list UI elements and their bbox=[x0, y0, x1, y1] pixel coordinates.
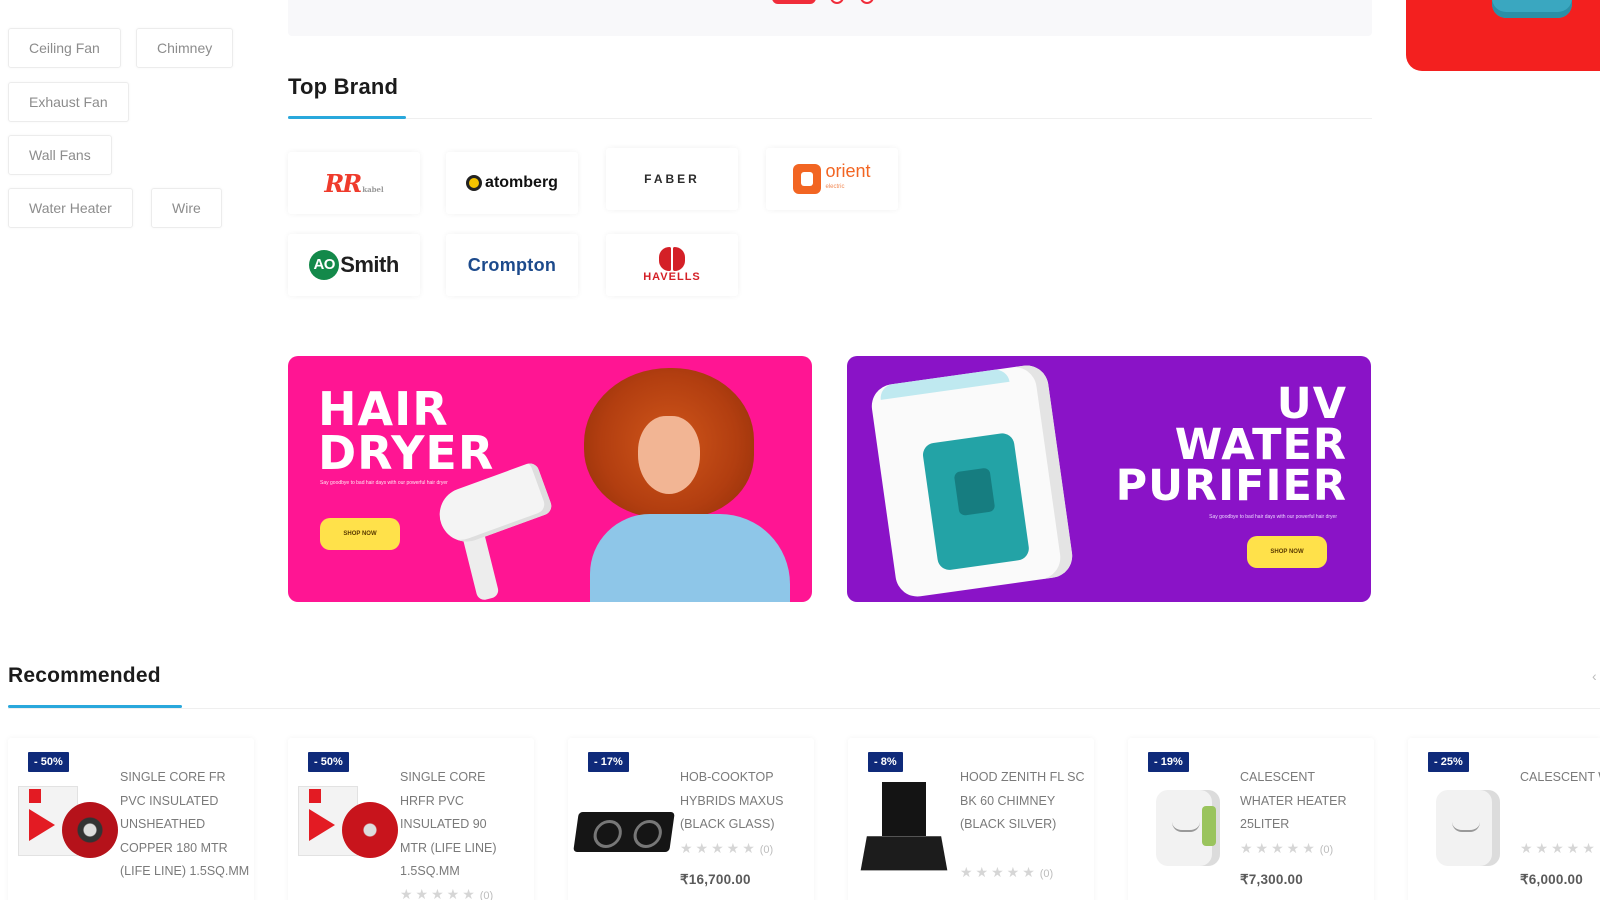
water-purifier-image bbox=[868, 362, 1076, 600]
atomberg-logo: atomberg bbox=[466, 174, 558, 192]
uv-water-purifier-banner[interactable]: UV WATER PURIFIER Say goodbye to bad hai… bbox=[847, 356, 1371, 602]
divider bbox=[8, 708, 1600, 709]
crompton-logo: Crompton bbox=[467, 254, 557, 275]
banner-title: UV WATER PURIFIER bbox=[1115, 379, 1347, 511]
tag-wire[interactable]: Wire bbox=[151, 188, 222, 228]
discount-badge: - 25% bbox=[1428, 752, 1469, 772]
ao-smith-logo: AO Smith bbox=[309, 250, 399, 280]
slider-dot[interactable] bbox=[860, 0, 874, 4]
product-image bbox=[12, 778, 118, 868]
product-name[interactable]: SINGLE CORE FR PVC INSULATED UNSHEATHED … bbox=[120, 766, 252, 884]
orient-logo: orient electric bbox=[793, 162, 871, 195]
product-image bbox=[1412, 778, 1512, 868]
product-card[interactable]: - 25% CALESCENT WHATER HEATER 10liter ★★… bbox=[1408, 738, 1600, 900]
brand-rr-kabel[interactable]: RR kabel bbox=[288, 152, 420, 214]
model-shirt bbox=[590, 514, 790, 602]
product-card[interactable]: - 50% SINGLE CORE HRFR PVC INSULATED 90 … bbox=[288, 738, 534, 900]
discount-badge: - 8% bbox=[868, 752, 903, 772]
product-price: ₹6,000.00 bbox=[1520, 872, 1583, 887]
discount-badge: - 17% bbox=[588, 752, 629, 772]
rating-stars: ★★★★★ (0) bbox=[680, 840, 774, 856]
hair-dryer-banner[interactable]: HAIR DRYER Say goodbye to bad hair days … bbox=[288, 356, 812, 602]
recommended-heading: Recommended bbox=[8, 664, 161, 687]
tag-ceiling-fan[interactable]: Ceiling Fan bbox=[8, 28, 121, 68]
product-price: ₹16,700.00 bbox=[680, 872, 751, 887]
heading-underline bbox=[288, 116, 406, 119]
model-face bbox=[638, 416, 700, 494]
product-card[interactable]: - 8% HOOD ZENITH FL SC BK 60 CHIMNEY (BL… bbox=[848, 738, 1094, 900]
divider bbox=[288, 118, 1372, 119]
product-image bbox=[572, 778, 675, 868]
tag-exhaust-fan[interactable]: Exhaust Fan bbox=[8, 82, 129, 122]
brand-faber[interactable]: FABER bbox=[606, 148, 738, 210]
product-image bbox=[852, 778, 952, 871]
product-card[interactable]: - 19% CALESCENT WHATER HEATER 25liter ★★… bbox=[1128, 738, 1374, 900]
shop-now-button[interactable]: SHOP NOW bbox=[1247, 536, 1327, 568]
havells-logo: HAVELLS bbox=[643, 247, 701, 283]
heading-underline bbox=[8, 705, 182, 708]
rating-stars: ★★★★★ (0) bbox=[400, 886, 494, 900]
carousel-prev-icon[interactable]: ‹ bbox=[1592, 668, 1597, 684]
brand-havells[interactable]: HAVELLS bbox=[606, 234, 738, 296]
product-card[interactable]: - 50% SINGLE CORE FR PVC INSULATED UNSHE… bbox=[8, 738, 254, 900]
rating-stars: ★★★★★ bbox=[1520, 840, 1598, 856]
top-brand-heading: Top Brand bbox=[288, 74, 399, 99]
brand-crompton[interactable]: Crompton bbox=[446, 234, 578, 296]
product-image bbox=[292, 778, 398, 868]
tag-wall-fans[interactable]: Wall Fans bbox=[8, 135, 112, 175]
product-name[interactable]: SINGLE CORE HRFR PVC INSULATED 90 Mtr (L… bbox=[400, 766, 510, 884]
product-price: ₹7,300.00 bbox=[1240, 872, 1303, 887]
product-image bbox=[1492, 0, 1572, 18]
rating-stars: ★★★★★ (0) bbox=[1240, 840, 1334, 856]
discount-badge: - 19% bbox=[1148, 752, 1189, 772]
banner-subtitle: Say goodbye to bad hair days with our po… bbox=[320, 480, 448, 486]
side-promo-banner[interactable] bbox=[1406, 0, 1600, 71]
tag-water-heater[interactable]: Water Heater bbox=[8, 188, 133, 228]
slider-dot-active[interactable] bbox=[772, 0, 816, 4]
brand-orient[interactable]: orient electric bbox=[766, 148, 898, 210]
slider-dot[interactable] bbox=[830, 0, 844, 4]
brand-atomberg[interactable]: atomberg bbox=[446, 152, 578, 214]
banner-subtitle: Say goodbye to bad hair days with our po… bbox=[1209, 514, 1337, 520]
discount-badge: - 50% bbox=[28, 752, 69, 772]
product-name[interactable]: CALESCENT WHATER HEATER 25liter bbox=[1240, 766, 1366, 837]
rating-stars: ★★★★★ (0) bbox=[960, 864, 1054, 880]
shop-now-button[interactable]: SHOP NOW bbox=[320, 518, 400, 550]
product-card[interactable]: - 17% HOB-COOKTOP HYBRIDS MAXUS (BLACK G… bbox=[568, 738, 814, 900]
banner-title: HAIR DRYER bbox=[318, 382, 495, 480]
tag-chimney[interactable]: Chimney bbox=[136, 28, 234, 68]
product-name[interactable]: HOB-COOKTOP HYBRIDS MAXUS (BLACK GLASS) bbox=[680, 766, 806, 837]
faber-logo: FABER bbox=[644, 172, 700, 186]
product-name[interactable]: CALESCENT WHATER HEATER 10liter bbox=[1520, 766, 1600, 790]
discount-badge: - 50% bbox=[308, 752, 349, 772]
product-name[interactable]: HOOD ZENITH FL SC BK 60 CHIMNEY (BLACK S… bbox=[960, 766, 1088, 837]
rr-logo: RR kabel bbox=[324, 168, 384, 198]
product-image bbox=[1132, 778, 1232, 868]
hero-slider-bottom bbox=[288, 0, 1372, 36]
brand-ao-smith[interactable]: AO Smith bbox=[288, 234, 420, 296]
